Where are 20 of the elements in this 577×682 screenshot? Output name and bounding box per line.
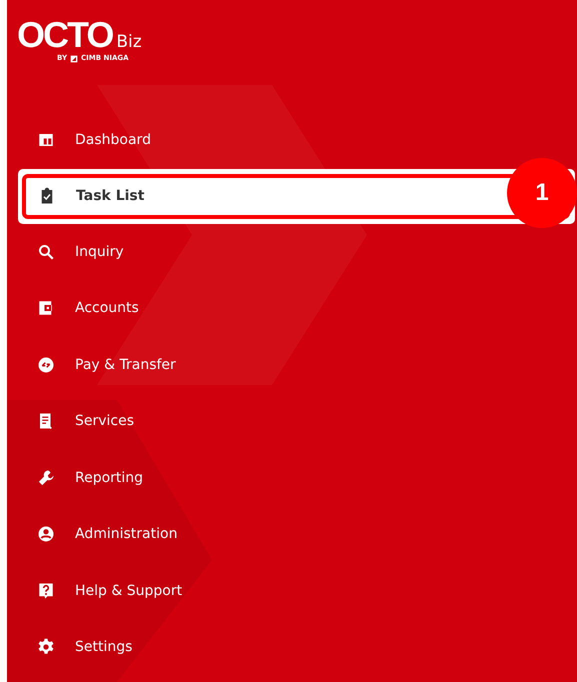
document-icon: [37, 412, 55, 430]
menu-item[interactable]: Pay & Transfer: [7, 336, 577, 393]
menu-item[interactable]: Reporting: [7, 450, 577, 506]
user-circle-icon: [37, 525, 55, 544]
menu-item[interactable]: Administration: [7, 506, 577, 562]
transfer-icon: [37, 356, 55, 374]
menu-item[interactable]: Services: [7, 393, 577, 450]
bank-logo-icon: [70, 54, 78, 62]
step-badge: 1: [507, 158, 577, 228]
search-icon: [37, 242, 55, 261]
wrench-icon: [37, 468, 55, 487]
help-icon: [37, 582, 55, 600]
wallet-icon: [37, 299, 55, 318]
logo-suffix: Biz: [116, 32, 142, 52]
menu-item[interactable]: Settings: [7, 619, 577, 676]
menu-item[interactable]: Help & Support: [7, 562, 577, 619]
settings-icon: [37, 638, 55, 656]
logo-wordmark: OCTO: [17, 18, 112, 52]
menu-item[interactable]: Task List: [26, 178, 494, 214]
menu-item[interactable]: Accounts: [7, 280, 577, 336]
